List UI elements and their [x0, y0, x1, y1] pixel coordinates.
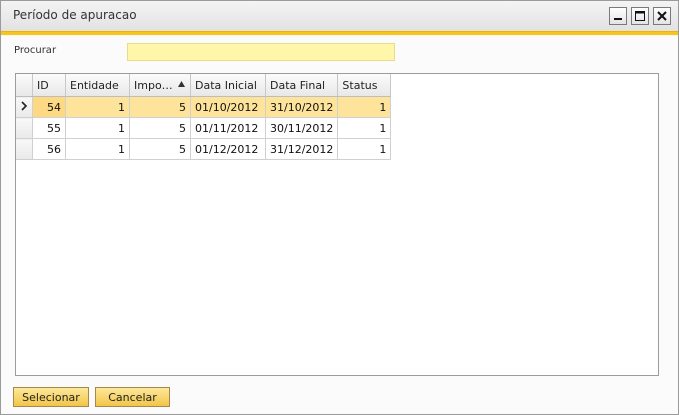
cell-data-final[interactable]: 31/12/2012: [265, 138, 339, 160]
column-header-data-final[interactable]: Data Final: [265, 74, 339, 97]
dialog-window: Período de apuracao Procurar ID Entidade…: [0, 0, 679, 415]
results-table: ID Entidade Impo… Data Inicial Data Fina…: [16, 74, 392, 160]
cell-status[interactable]: 1: [337, 138, 392, 160]
row-header[interactable]: [16, 96, 33, 118]
search-input[interactable]: [127, 43, 395, 61]
close-button[interactable]: [653, 7, 671, 25]
select-button[interactable]: Selecionar: [13, 387, 89, 407]
results-grid[interactable]: ID Entidade Impo… Data Inicial Data Fina…: [15, 73, 659, 376]
cell-id[interactable]: 55: [32, 117, 66, 139]
cell-entidade[interactable]: 1: [65, 138, 130, 160]
column-header-status[interactable]: Status: [337, 74, 392, 97]
close-icon: [657, 11, 667, 21]
row-pointer-icon: [21, 100, 28, 111]
maximize-button[interactable]: [631, 7, 649, 25]
cell-impo[interactable]: 5: [129, 96, 191, 118]
column-header-impo-label: Impo…: [134, 78, 173, 92]
row-header-corner: [16, 74, 33, 97]
column-header-impo[interactable]: Impo…: [129, 74, 191, 97]
cell-id[interactable]: 54: [32, 96, 66, 118]
dialog-body: Procurar ID Entidade Impo… Data Inicial …: [1, 36, 678, 414]
cell-status[interactable]: 1: [337, 117, 392, 139]
cancel-button[interactable]: Cancelar: [95, 387, 170, 407]
column-header-entidade[interactable]: Entidade: [65, 74, 130, 97]
minimize-button[interactable]: [609, 7, 627, 25]
header-row: ID Entidade Impo… Data Inicial Data Fina…: [16, 74, 392, 97]
table-row[interactable]: 54 1 5 01/10/2012 31/10/2012 1: [16, 96, 392, 118]
cell-id[interactable]: 56: [32, 138, 66, 160]
search-label: Procurar: [14, 45, 57, 56]
row-header[interactable]: [16, 138, 33, 160]
cell-data-inicial[interactable]: 01/10/2012: [190, 96, 266, 118]
window-title: Período de apuracao: [13, 8, 137, 22]
cell-data-inicial[interactable]: 01/12/2012: [190, 138, 266, 160]
title-bar[interactable]: Período de apuracao: [1, 1, 678, 35]
cell-entidade[interactable]: 1: [65, 117, 130, 139]
title-accent-line: [1, 32, 678, 35]
table-row[interactable]: 56 1 5 01/12/2012 31/12/2012 1: [16, 138, 392, 160]
column-header-data-inicial[interactable]: Data Inicial: [190, 74, 266, 97]
cell-data-final[interactable]: 31/10/2012: [265, 96, 339, 118]
cell-data-final[interactable]: 30/11/2012: [265, 117, 339, 139]
minimize-icon: [614, 18, 622, 20]
table-row[interactable]: 55 1 5 01/11/2012 30/11/2012 1: [16, 117, 392, 139]
column-header-id[interactable]: ID: [32, 74, 66, 97]
cell-impo[interactable]: 5: [129, 138, 191, 160]
cell-impo[interactable]: 5: [129, 117, 191, 139]
cell-entidade[interactable]: 1: [65, 96, 130, 118]
maximize-icon: [635, 11, 645, 21]
cell-status[interactable]: 1: [337, 96, 392, 118]
sort-ascending-icon: [178, 81, 185, 87]
row-header[interactable]: [16, 117, 33, 139]
cell-data-inicial[interactable]: 01/11/2012: [190, 117, 266, 139]
